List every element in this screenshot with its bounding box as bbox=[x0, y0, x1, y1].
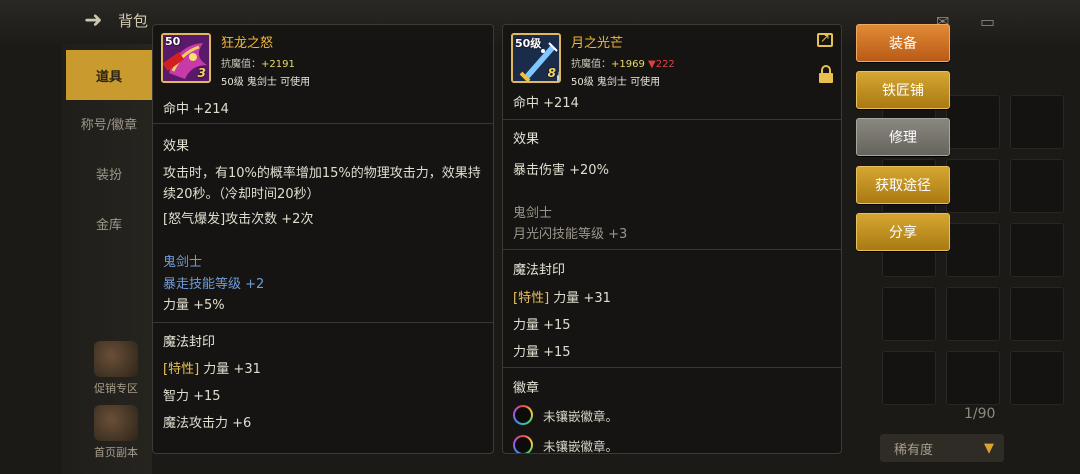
class-skill: 月光闪技能等级 +3 bbox=[513, 227, 628, 242]
dungeon-button[interactable]: 首页副本 bbox=[86, 402, 146, 460]
sidebar-item-items[interactable]: 道具 bbox=[66, 50, 152, 100]
inventory-slot[interactable] bbox=[882, 287, 936, 341]
equip-button[interactable]: 装备 bbox=[856, 24, 950, 62]
promo-button[interactable]: 促销专区 bbox=[86, 338, 146, 396]
back-arrow-icon[interactable]: ➜ bbox=[84, 8, 102, 33]
inventory-slot[interactable] bbox=[882, 351, 936, 405]
emblem-slot-icon bbox=[513, 405, 533, 425]
divider bbox=[503, 367, 841, 368]
sidebar-item-vault[interactable]: 金库 bbox=[66, 198, 152, 248]
hit-stat: 命中 +214 bbox=[513, 96, 579, 111]
divider bbox=[153, 322, 493, 323]
divider bbox=[503, 119, 841, 120]
seal-strength-2: 力量 +15 bbox=[513, 345, 571, 360]
effect-text: 攻击时，有10%的概率增加15%的物理攻击力，效果持续20秒。（冷却时间20秒） bbox=[163, 166, 481, 202]
inventory-slot[interactable] bbox=[946, 223, 1000, 277]
seal-trait: [特性] 力量 +31 bbox=[513, 291, 611, 306]
inventory-slot[interactable] bbox=[946, 159, 1000, 213]
effect-extra: [怒气爆发]攻击次数 +2次 bbox=[163, 212, 314, 227]
divider bbox=[153, 123, 493, 124]
effect-header: 效果 bbox=[163, 139, 190, 154]
sidebar-item-titles[interactable]: 称号/徽章 bbox=[66, 98, 152, 148]
item-name: 月之光芒 bbox=[571, 36, 624, 51]
promo-icon bbox=[94, 341, 138, 377]
class-name: 鬼剑士 bbox=[513, 206, 553, 221]
equipped-item-tooltip: 50 3 狂龙之怒 抗魔值：+2191 50级 鬼剑士 可使用 命中 +214 … bbox=[152, 24, 494, 454]
page-title: 背包 bbox=[118, 12, 149, 30]
crit-damage: 暴击伤害 +20% bbox=[513, 163, 609, 178]
inventory-slot[interactable] bbox=[946, 287, 1000, 341]
lock-icon bbox=[557, 69, 559, 81]
inventory-slot[interactable] bbox=[1010, 223, 1064, 277]
seal-trait: [特性] 力量 +31 bbox=[163, 362, 261, 377]
level-badge: 50级 bbox=[515, 37, 542, 50]
level-badge: 50 bbox=[165, 35, 181, 48]
inventory-slot[interactable] bbox=[1010, 287, 1064, 341]
seal-intel: 智力 +15 bbox=[163, 389, 221, 404]
selected-item-tooltip: 50级 8 月之光芒 抗魔值：+1969 ▼222 50级 鬼剑士 可使用 命中… bbox=[502, 24, 842, 454]
divider bbox=[503, 249, 841, 250]
emblem-slot: 未镶嵌徽章。 bbox=[513, 405, 618, 425]
lock-icon[interactable] bbox=[819, 65, 833, 83]
class-name: 鬼剑士 bbox=[163, 255, 203, 270]
dragon-fury-icon: 50 3 bbox=[161, 33, 211, 83]
inventory-slot[interactable] bbox=[1010, 351, 1064, 405]
share-button[interactable]: 分享 bbox=[856, 213, 950, 251]
chat-icon[interactable]: ▭ bbox=[980, 12, 995, 31]
emblem-slot-icon bbox=[513, 435, 533, 453]
seal-strength-1: 力量 +15 bbox=[513, 318, 571, 333]
inventory-slot[interactable] bbox=[1010, 95, 1064, 149]
strength-stat: 力量 +5% bbox=[163, 298, 225, 313]
hit-stat: 命中 +214 bbox=[163, 102, 229, 117]
grade-badge: 8 bbox=[547, 66, 556, 80]
sidebar-item-avatar[interactable]: 装扮 bbox=[66, 148, 152, 198]
dungeon-icon bbox=[94, 405, 138, 441]
inventory-slot[interactable] bbox=[946, 95, 1000, 149]
emblem-header: 徽章 bbox=[513, 381, 540, 396]
seal-header: 魔法封印 bbox=[513, 263, 566, 278]
inventory-count: 1/90 bbox=[964, 406, 996, 422]
seal-magic-atk: 魔法攻击力 +6 bbox=[163, 416, 252, 431]
chevron-down-icon: ▼ bbox=[984, 441, 994, 456]
item-name: 狂龙之怒 bbox=[221, 36, 274, 51]
resist-value: 抗魔值：+2191 bbox=[221, 59, 295, 70]
effect-header: 效果 bbox=[513, 132, 540, 147]
dungeon-label: 首页副本 bbox=[94, 446, 138, 459]
inventory-slot[interactable] bbox=[1010, 159, 1064, 213]
external-link-icon[interactable] bbox=[817, 31, 833, 47]
sort-label: 稀有度 bbox=[894, 442, 934, 458]
repair-button[interactable]: 修理 bbox=[856, 118, 950, 156]
sort-dropdown[interactable]: 稀有度 ▼ bbox=[880, 434, 1004, 462]
moonlight-sword-icon: 50级 8 bbox=[511, 33, 561, 83]
seal-header: 魔法封印 bbox=[163, 335, 216, 350]
blacksmith-button[interactable]: 铁匠铺 bbox=[856, 71, 950, 109]
obtain-source-button[interactable]: 获取途径 bbox=[856, 166, 950, 204]
class-skill: 暴走技能等级 +2 bbox=[163, 277, 265, 292]
promo-label: 促销专区 bbox=[94, 382, 138, 395]
inventory-slot[interactable] bbox=[946, 351, 1000, 405]
emblem-slot: 未镶嵌徽章。 bbox=[513, 435, 618, 453]
grade-badge: 3 bbox=[197, 66, 206, 80]
resist-value: 抗魔值：+1969 ▼222 bbox=[571, 59, 675, 70]
requirement: 50级 鬼剑士 可使用 bbox=[571, 77, 661, 88]
requirement: 50级 鬼剑士 可使用 bbox=[221, 77, 311, 88]
